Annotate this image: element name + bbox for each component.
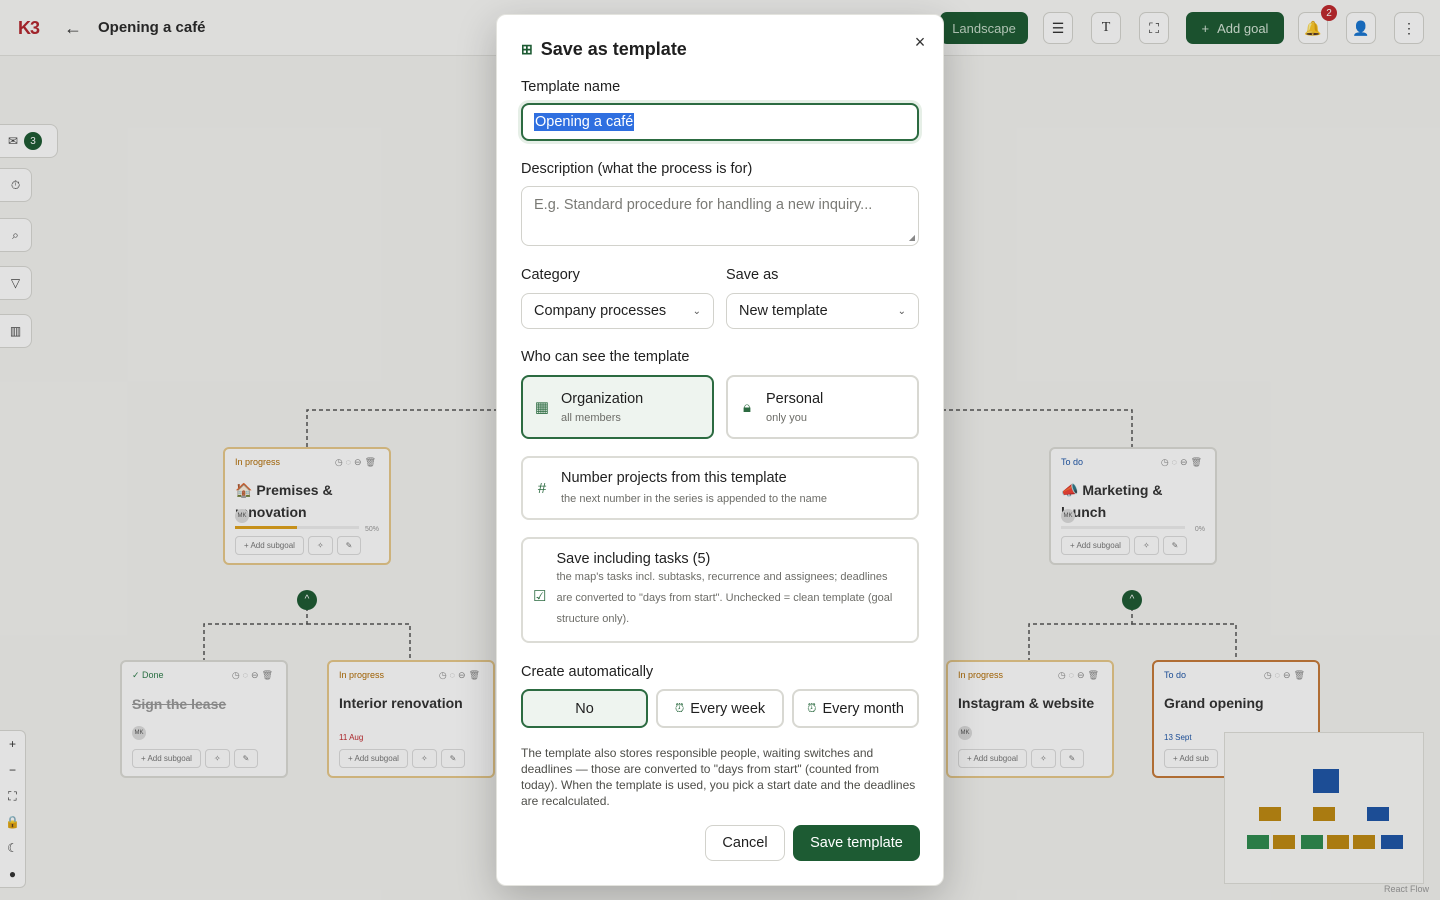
auto-create-label: Create automatically	[521, 664, 654, 680]
include-tasks-subtitle: the map's tasks incl. subtasks, recurren…	[556, 571, 893, 625]
personal-title: Personal	[766, 390, 824, 407]
save-template-label: Save template	[810, 835, 903, 851]
save-as-select[interactable]: New template ⌄	[726, 293, 919, 329]
save-as-value: New template	[739, 303, 828, 319]
save-template-button[interactable]: Save template	[793, 825, 920, 861]
close-icon[interactable]: ×	[909, 31, 931, 53]
include-tasks-text: Save including tasks (5) the map's tasks…	[556, 551, 905, 641]
auto-no-button[interactable]: No	[521, 689, 648, 728]
description-textarea[interactable]: E.g. Standard procedure for handling a n…	[521, 186, 919, 246]
building-icon: ▦	[534, 399, 550, 416]
include-tasks-title: Save including tasks (5)	[556, 551, 711, 567]
numbering-title: Number projects from this template	[561, 470, 787, 486]
chevron-down-icon: ⌄	[897, 305, 906, 317]
auto-weekly-button[interactable]: ⏰︎ Every week	[656, 689, 784, 728]
category-label: Category	[521, 267, 580, 283]
chevron-down-icon: ⌄	[692, 305, 701, 317]
template-info-text: The template also stores responsible peo…	[521, 746, 916, 808]
template-name-value: Opening a café	[534, 113, 635, 131]
description-label: Description (what the process is for)	[521, 161, 753, 177]
category-select[interactable]: Company processes ⌄	[521, 293, 714, 329]
auto-weekly-label: Every week	[690, 700, 766, 717]
checklist-icon: ☑	[533, 588, 547, 605]
personal-text: Personal only you	[766, 391, 823, 424]
template-name-label: Template name	[521, 79, 621, 95]
template-grid-icon: ⊞	[521, 41, 533, 57]
resize-handle-icon[interactable]: ◢	[909, 233, 915, 242]
organization-text: Organization all members	[561, 391, 643, 424]
description-placeholder: E.g. Standard procedure for handling a n…	[534, 197, 873, 213]
cancel-button[interactable]: Cancel	[705, 825, 785, 861]
alarm-clock-icon: ⏰︎	[674, 701, 685, 715]
save-as-label: Save as	[726, 267, 779, 283]
dialog-title: ⊞ Save as template	[521, 39, 687, 60]
lock-icon: 🔒︎	[743, 398, 751, 416]
numbering-text: Number projects from this template the n…	[561, 470, 827, 506]
auto-monthly-button[interactable]: ⏰︎ Every month	[792, 689, 919, 728]
numbering-subtitle: the next number in the series is appende…	[561, 493, 828, 505]
numbering-option[interactable]: # Number projects from this template the…	[521, 456, 919, 520]
auto-monthly-label: Every month	[822, 700, 904, 717]
include-tasks-option[interactable]: ☑ Save including tasks (5) the map's tas…	[521, 537, 919, 643]
dialog-title-text: Save as template	[540, 39, 687, 59]
organization-title: Organization	[561, 390, 644, 407]
organization-subtitle: all members	[561, 411, 621, 424]
visibility-personal-option[interactable]: 🔒︎ Personal only you	[726, 375, 919, 439]
alarm-clock-icon: ⏰︎	[807, 701, 817, 715]
hash-icon: #	[537, 479, 547, 497]
category-value: Company processes	[534, 303, 667, 319]
visibility-organization-option[interactable]: ▦ Organization all members	[521, 375, 714, 439]
template-name-input[interactable]: Opening a café	[521, 103, 919, 141]
visibility-label: Who can see the template	[521, 349, 690, 365]
personal-subtitle: only you	[766, 411, 807, 424]
save-template-dialog: ⊞ Save as template × Template name Openi…	[496, 14, 944, 886]
auto-no-label: No	[575, 700, 594, 717]
cancel-label: Cancel	[722, 835, 768, 851]
